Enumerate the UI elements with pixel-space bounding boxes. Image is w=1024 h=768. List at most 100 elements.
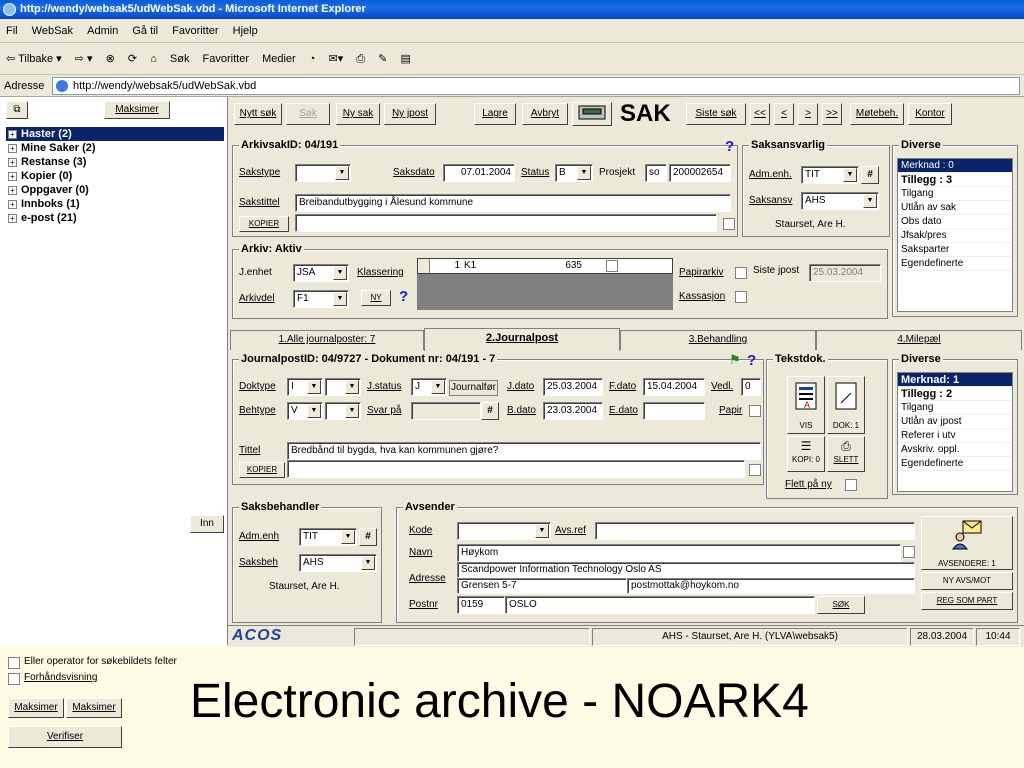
chevron-down-icon[interactable]: ▼ bbox=[333, 266, 347, 280]
maximize-button-2[interactable]: Maksimer bbox=[8, 698, 64, 718]
project-input[interactable]: 200002654 bbox=[669, 164, 731, 182]
treatment-type-select[interactable]: V ▼ bbox=[287, 402, 323, 420]
home-icon[interactable]: ⌂ bbox=[150, 53, 157, 65]
doctype-select[interactable]: I ▼ bbox=[287, 378, 323, 396]
copy-doc-button[interactable]: ☰ KOPI: 0 bbox=[787, 436, 825, 472]
meeting-button[interactable]: Møtebeh. bbox=[850, 103, 904, 125]
misc-item[interactable]: Tilgang bbox=[898, 401, 1012, 415]
address-input[interactable]: http://wendy/websak5/udWebSak.vbd bbox=[52, 77, 1020, 95]
fdate-input[interactable]: 15.04.2004 bbox=[643, 378, 705, 396]
chevron-down-icon[interactable]: ▼ bbox=[345, 380, 359, 394]
paper-checkbox[interactable] bbox=[749, 405, 761, 417]
misc-item[interactable]: Egendefinerte bbox=[898, 257, 1012, 271]
maximize-button-3[interactable]: Maksimer bbox=[66, 698, 122, 718]
disposal-checkbox[interactable] bbox=[735, 291, 747, 303]
jdate-input[interactable]: 25.03.2004 bbox=[543, 378, 603, 396]
restore-icon[interactable]: ⧉ bbox=[6, 101, 28, 119]
forward-button[interactable]: ⇨ ▾ bbox=[75, 53, 93, 65]
help-icon[interactable]: ? bbox=[399, 289, 408, 304]
menu-hjelp[interactable]: Hjelp bbox=[233, 25, 258, 37]
menu-admin[interactable]: Admin bbox=[87, 25, 118, 37]
admin-hash-button[interactable]: # bbox=[861, 166, 879, 184]
back-button[interactable]: ⇦ Tilbake ▾ bbox=[6, 53, 62, 65]
tree-item-epost[interactable]: + e-post (21) bbox=[6, 211, 224, 225]
case-checkbox[interactable] bbox=[723, 218, 735, 230]
or-operator-checkbox[interactable] bbox=[8, 657, 20, 669]
status-select[interactable]: B ▼ bbox=[555, 164, 593, 182]
expand-icon[interactable]: + bbox=[8, 199, 17, 209]
name-checkbox[interactable] bbox=[903, 546, 915, 558]
misc-item[interactable]: Egendefinerte bbox=[898, 457, 1012, 471]
print-icon[interactable]: ⎙ bbox=[356, 53, 365, 65]
chevron-down-icon[interactable]: ▼ bbox=[307, 380, 321, 394]
tree-item-kopier[interactable]: + Kopier (0) bbox=[6, 169, 224, 183]
chevron-down-icon[interactable]: ▼ bbox=[307, 404, 321, 418]
maximize-button[interactable]: Maksimer bbox=[104, 101, 170, 119]
flag-icon[interactable]: ⚑ bbox=[729, 352, 741, 368]
mail-icon[interactable]: ✉▾ bbox=[328, 53, 343, 65]
misc-item[interactable]: Jfsak/pres bbox=[898, 229, 1012, 243]
tab-all-journal[interactable]: 1.Alle journalposter: 7 bbox=[230, 330, 424, 350]
tree-item-restanse[interactable]: + Restanse (3) bbox=[6, 155, 224, 169]
case-date-input[interactable]: 07.01.2004 bbox=[443, 164, 515, 182]
attachments-input[interactable]: 0 bbox=[741, 378, 761, 396]
archive-part-select[interactable]: F1 ▼ bbox=[293, 290, 349, 308]
admin-unit-select[interactable]: TIT ▼ bbox=[801, 166, 859, 184]
search-sender-button[interactable]: SØK bbox=[817, 596, 865, 614]
new-jpost-button[interactable]: Ny jpost bbox=[384, 103, 436, 125]
verify-button[interactable]: Verifiser bbox=[8, 726, 122, 748]
register-party-button[interactable]: REG SOM PART bbox=[921, 592, 1013, 610]
menu-favoritter[interactable]: Favoritter bbox=[172, 25, 218, 37]
expand-icon[interactable]: + bbox=[8, 143, 17, 153]
edit-icon[interactable]: ✎ bbox=[378, 53, 387, 65]
expand-icon[interactable]: + bbox=[8, 129, 17, 139]
copy-button[interactable]: KOPIER bbox=[239, 216, 289, 232]
misc-item[interactable]: Referer i utv bbox=[898, 429, 1012, 443]
tab-milestone[interactable]: 4.Milepæl bbox=[816, 330, 1022, 350]
tab-journal-post[interactable]: 2.Journalpost bbox=[424, 328, 620, 351]
address-line1-input[interactable]: Scandpower Information Technology Oslo A… bbox=[457, 562, 915, 578]
cancel-button[interactable]: Avbryt bbox=[522, 103, 568, 125]
help-icon[interactable]: ? bbox=[725, 139, 734, 154]
help-icon[interactable]: ? bbox=[747, 353, 756, 368]
new-search-button[interactable]: Nytt søk bbox=[234, 103, 282, 125]
postcode-input[interactable]: 0159 bbox=[457, 596, 505, 614]
discuss-icon[interactable]: ▤ bbox=[400, 53, 410, 65]
expand-icon[interactable]: + bbox=[8, 185, 17, 195]
new-case-button[interactable]: Ny sak bbox=[336, 103, 380, 125]
view-doc-button[interactable]: A VIS bbox=[787, 376, 825, 434]
misc-item[interactable]: Utlån av sak bbox=[898, 201, 1012, 215]
tab-treatment[interactable]: 3.Behandling bbox=[620, 330, 816, 350]
last-button[interactable]: >> bbox=[822, 103, 842, 125]
reply-hash-button[interactable]: # bbox=[481, 402, 499, 420]
delete-doc-button[interactable]: ⎙ SLETT bbox=[827, 436, 865, 472]
doctype2-select[interactable]: ▼ bbox=[325, 378, 361, 396]
menu-fil[interactable]: Fil bbox=[6, 25, 18, 37]
misc-item[interactable]: Tilgang bbox=[898, 187, 1012, 201]
senders-button[interactable]: AVSENDERE: 1 bbox=[921, 516, 1013, 570]
case-title2-input[interactable] bbox=[295, 214, 717, 232]
email-input[interactable]: postmottak@hoykom.no bbox=[627, 578, 915, 594]
search-button[interactable]: Søk bbox=[170, 53, 190, 65]
new-sender-button[interactable]: NY AVS/MOT bbox=[921, 572, 1013, 590]
search-button[interactable]: Søk bbox=[286, 103, 330, 125]
project-code-input[interactable]: so bbox=[645, 164, 667, 182]
first-button[interactable]: << bbox=[750, 103, 770, 125]
handler-select[interactable]: AHS ▼ bbox=[299, 554, 377, 572]
new-class-button[interactable]: NY bbox=[361, 290, 391, 306]
tree-item-haster[interactable]: + Haster (2) bbox=[6, 127, 224, 141]
city-input[interactable]: OSLO bbox=[505, 596, 815, 614]
misc-item[interactable]: Utlån av jpost bbox=[898, 415, 1012, 429]
favorites-button[interactable]: Favoritter bbox=[203, 53, 249, 65]
jstatus-select[interactable]: J ▼ bbox=[411, 378, 447, 396]
last-search-button[interactable]: Siste søk bbox=[686, 103, 746, 125]
stop-icon[interactable]: ⊗ bbox=[106, 53, 115, 65]
misc-item[interactable]: Tillegg : 3 bbox=[898, 173, 1012, 187]
misc-item[interactable]: Avskriv. oppl. bbox=[898, 443, 1012, 457]
register-icon[interactable] bbox=[572, 102, 612, 126]
handler-hash-button[interactable]: # bbox=[359, 528, 377, 546]
misc-item[interactable]: Obs dato bbox=[898, 215, 1012, 229]
merge-again-checkbox[interactable] bbox=[845, 479, 857, 491]
chevron-down-icon[interactable]: ▼ bbox=[843, 168, 857, 182]
treatment-type2-select[interactable]: ▼ bbox=[325, 402, 361, 420]
